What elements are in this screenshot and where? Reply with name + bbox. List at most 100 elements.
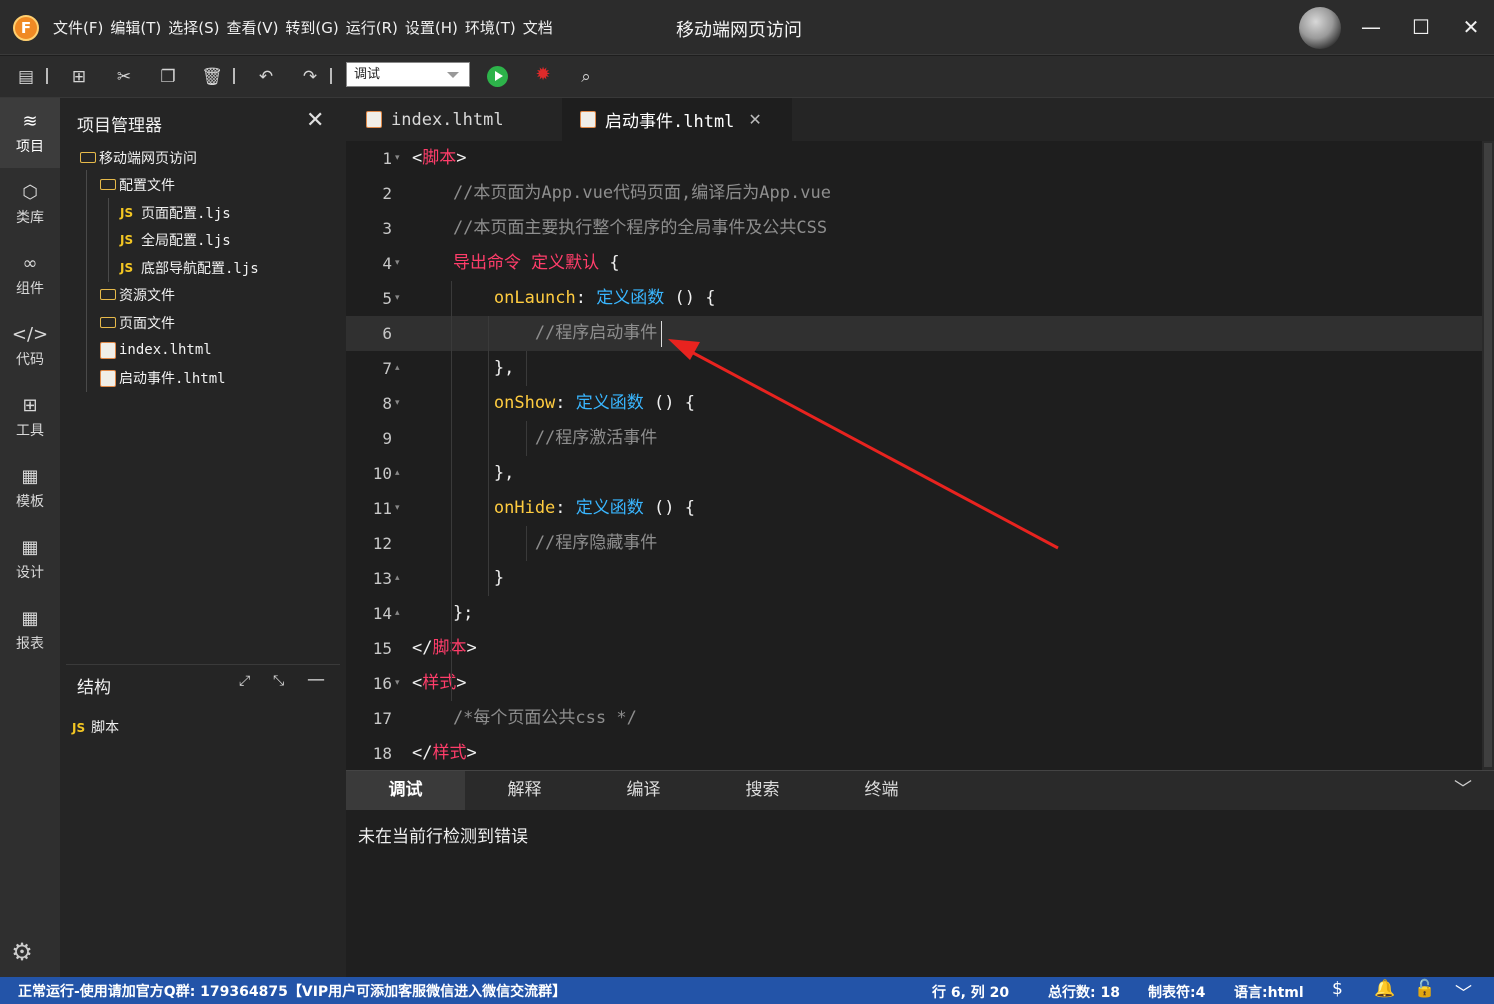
- tree-item[interactable]: index.lhtml: [100, 337, 212, 363]
- expand-icon[interactable]: ⤢: [239, 673, 250, 689]
- run-mode-select[interactable]: 调试: [346, 62, 470, 87]
- run-mode-value: 调试: [354, 67, 381, 82]
- tab-startup-event-lhtml[interactable]: 启动事件.lhtml ✕: [562, 98, 792, 141]
- activity-item-6[interactable]: ▦ 设计: [0, 524, 60, 594]
- preview-icon[interactable]: ⌕: [575, 66, 597, 88]
- minimize-button[interactable]: —: [1356, 12, 1386, 42]
- close-icon[interactable]: ✕: [306, 108, 324, 133]
- code-text: //本页面为App.vue代码页面,编译后为App.vue: [412, 176, 831, 211]
- language-mode[interactable]: 语言:html: [1234, 982, 1304, 1002]
- code-line[interactable]: 2 //本页面为App.vue代码页面,编译后为App.vue: [346, 176, 1482, 211]
- code-line[interactable]: 16 ▾ <样式>: [346, 666, 1482, 701]
- code-line[interactable]: 10 ▴ },: [346, 456, 1482, 491]
- tree-item[interactable]: 页面文件: [100, 310, 175, 336]
- code-token: },: [412, 463, 515, 483]
- tree-item[interactable]: 移动端网页访问: [80, 145, 197, 171]
- status-message: 正常运行-使用请加官方Q群: 179364875【VIP用户可添加客服微信进入微…: [18, 984, 567, 1000]
- code-line[interactable]: 15 </脚本>: [346, 631, 1482, 666]
- code-line[interactable]: 18 </样式>: [346, 736, 1482, 770]
- unlock-icon[interactable]: 🔓: [1414, 979, 1435, 999]
- panel-tab[interactable]: 终端: [822, 771, 941, 810]
- activity-item-1[interactable]: ⬡ 类库: [0, 169, 60, 239]
- code-line[interactable]: 14 ▴ };: [346, 596, 1482, 631]
- activity-item-3[interactable]: </> 代码: [0, 311, 60, 381]
- code-editor[interactable]: 1 ▾ <脚本> 2 //本页面为App.vue代码页面,编译后为App.vue 3 /…: [346, 141, 1494, 770]
- panel-tab[interactable]: 解释: [465, 771, 584, 810]
- fold-open-icon[interactable]: ▾: [395, 386, 400, 421]
- cut-icon[interactable]: ✂: [113, 66, 135, 88]
- fold-open-icon[interactable]: ▾: [395, 281, 400, 316]
- tree-item[interactable]: JS 全局配置.ljs: [120, 227, 231, 253]
- chevron-down-icon[interactable]: ﹀: [1455, 979, 1472, 1004]
- code-line[interactable]: 8 ▾ onShow: 定义函数 () {: [346, 386, 1482, 421]
- maximize-button[interactable]: ☐: [1406, 12, 1436, 42]
- redo-icon[interactable]: ↷: [299, 66, 321, 88]
- fold-open-icon[interactable]: ▾: [395, 141, 400, 176]
- menu-item[interactable]: 文件(F): [53, 17, 103, 38]
- code-line[interactable]: 12 //程序隐藏事件: [346, 526, 1482, 561]
- dollar-icon[interactable]: $: [1332, 979, 1343, 999]
- structure-item[interactable]: JS 脚本: [72, 717, 119, 737]
- editor-scrollbar[interactable]: [1482, 141, 1494, 770]
- debug-icon[interactable]: ✹: [532, 64, 554, 86]
- tree-item[interactable]: 启动事件.lhtml: [100, 365, 226, 391]
- fold-close-icon[interactable]: ▴: [395, 596, 400, 631]
- code-line[interactable]: 4 ▾ 导出命令 定义默认 {: [346, 246, 1482, 281]
- delete-icon[interactable]: 🗑: [201, 66, 223, 88]
- menu-item[interactable]: 编辑(T): [110, 17, 161, 38]
- tree-item[interactable]: JS 底部导航配置.ljs: [120, 255, 259, 281]
- gear-icon[interactable]: ⚙: [8, 938, 36, 966]
- menu-item[interactable]: 转到(G): [285, 17, 338, 38]
- cursor-position[interactable]: 行 6, 列 20: [932, 982, 1009, 1002]
- close-window-button[interactable]: ✕: [1456, 12, 1486, 42]
- scrollbar-thumb[interactable]: [1484, 143, 1492, 767]
- code-token: /*每个页面公共css */: [412, 708, 637, 728]
- code-line[interactable]: 11 ▾ onHide: 定义函数 () {: [346, 491, 1482, 526]
- code-line[interactable]: 7 ▴ },: [346, 351, 1482, 386]
- panel-tab[interactable]: 编译: [584, 771, 703, 810]
- tree-item[interactable]: 资源文件: [100, 282, 175, 308]
- fold-close-icon[interactable]: ▴: [395, 351, 400, 386]
- fold-open-icon[interactable]: ▾: [395, 666, 400, 701]
- collapse-icon[interactable]: ⤡: [273, 673, 284, 689]
- code-line[interactable]: 9 //程序激活事件: [346, 421, 1482, 456]
- close-icon[interactable]: ✕: [748, 110, 761, 129]
- activity-item-5[interactable]: ▦ 模板: [0, 453, 60, 523]
- chevron-down-icon[interactable]: ﹀: [1454, 775, 1472, 801]
- menu-item[interactable]: 运行(R): [346, 17, 398, 38]
- fold-close-icon[interactable]: ▴: [395, 456, 400, 491]
- user-avatar[interactable]: [1299, 7, 1341, 49]
- new-file-icon[interactable]: ⊞: [68, 66, 90, 88]
- activity-item-4[interactable]: ⊞ 工具: [0, 382, 60, 452]
- code-line[interactable]: 6 //程序启动事件: [346, 316, 1482, 351]
- run-icon[interactable]: [487, 66, 508, 87]
- tab-size[interactable]: 制表符:4: [1148, 982, 1205, 1002]
- code-line[interactable]: 1 ▾ <脚本>: [346, 141, 1482, 176]
- copy-icon[interactable]: ❐: [157, 66, 179, 88]
- indent-guide: [526, 351, 527, 386]
- minimize-panel-icon[interactable]: —: [307, 669, 325, 690]
- save-icon[interactable]: ▤: [15, 66, 37, 88]
- activity-item-7[interactable]: ▦ 报表: [0, 595, 60, 665]
- menu-item[interactable]: 环境(T): [465, 17, 516, 38]
- menu-item[interactable]: 选择(S): [168, 17, 219, 38]
- tree-item[interactable]: JS 页面配置.ljs: [120, 200, 231, 226]
- panel-tab[interactable]: 搜索: [703, 771, 822, 810]
- tree-item[interactable]: 配置文件: [100, 172, 175, 198]
- code-line[interactable]: 5 ▾ onLaunch: 定义函数 () {: [346, 281, 1482, 316]
- menu-item[interactable]: 设置(H): [405, 17, 458, 38]
- fold-open-icon[interactable]: ▾: [395, 246, 400, 281]
- fold-open-icon[interactable]: ▾: [395, 491, 400, 526]
- menu-item[interactable]: 文档: [523, 17, 553, 38]
- undo-icon[interactable]: ↶: [255, 66, 277, 88]
- activity-item-0[interactable]: ≋ 项目: [0, 98, 60, 168]
- panel-tab[interactable]: 调试: [346, 771, 465, 810]
- activity-item-2[interactable]: ∞ 组件: [0, 240, 60, 310]
- bell-icon[interactable]: 🔔: [1374, 979, 1395, 999]
- fold-close-icon[interactable]: ▴: [395, 561, 400, 596]
- code-line[interactable]: 3 //本页面主要执行整个程序的全局事件及公共CSS: [346, 211, 1482, 246]
- code-line[interactable]: 17 /*每个页面公共css */: [346, 701, 1482, 736]
- menu-item[interactable]: 查看(V): [226, 17, 278, 38]
- tab-index-lhtml[interactable]: index.lhtml: [346, 98, 562, 141]
- code-line[interactable]: 13 ▴ }: [346, 561, 1482, 596]
